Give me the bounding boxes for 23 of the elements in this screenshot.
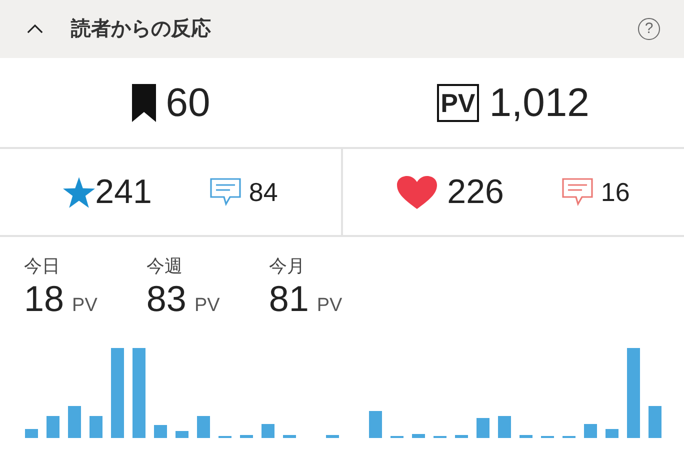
pv-unit: PV (316, 296, 342, 315)
heart-icon[interactable] (397, 176, 438, 208)
pv-count: 18 (24, 281, 64, 317)
section-title: 読者からの反応 (71, 16, 211, 42)
pv-count: 81 (268, 281, 309, 317)
comment-count: 84 (248, 179, 278, 205)
bookmark-icon (132, 84, 156, 122)
period-label: 今日 (24, 257, 61, 275)
pv-unit: PV (194, 296, 220, 315)
pv-unit: PV (72, 296, 98, 315)
comment-icon[interactable] (210, 178, 241, 206)
comment-count: 16 (600, 179, 630, 205)
period-label: 今月 (268, 257, 306, 275)
pv-count: 83 (146, 281, 186, 317)
total-count: 1,012 (489, 82, 590, 122)
comment-icon[interactable] (562, 178, 593, 206)
star-icon[interactable] (63, 176, 96, 208)
reaction-count: 226 (447, 175, 504, 209)
period-label: 今週 (146, 257, 184, 275)
help-icon[interactable]: ? (638, 18, 660, 40)
reaction-count: 241 (95, 175, 152, 209)
pv-badge: PV (436, 84, 480, 122)
total-count: 60 (166, 82, 210, 122)
